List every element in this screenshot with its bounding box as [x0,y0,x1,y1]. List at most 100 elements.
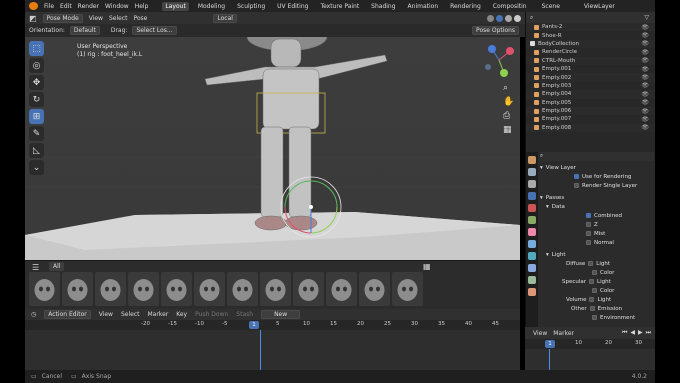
menu-render[interactable]: Render [78,3,99,10]
properties-search[interactable]: ⌕ [540,152,654,161]
mode-dropdown[interactable]: Pose Mode [42,13,83,23]
editor-mode-dropdown[interactable]: Action Editor [44,310,91,319]
visibility-eye-icon[interactable]: 👁 [641,66,649,73]
tab-uv-editing[interactable]: UV Editing [274,2,311,11]
viewport-menu-view[interactable]: View [89,15,103,22]
world-tab-icon[interactable] [528,216,536,224]
editor-type-icon[interactable]: ◩ [29,14,37,23]
mini-timeline-body[interactable] [525,349,655,370]
bone-tab-icon[interactable] [528,288,536,296]
timeline-menu-view[interactable]: View [99,311,113,318]
use-for-rendering-checkbox[interactable] [574,174,579,179]
passes-section[interactable]: ▾ Passes [540,193,654,202]
tab-modeling[interactable]: Modeling [195,2,228,11]
editor-type-icon[interactable]: ◷ [31,311,36,318]
asset-thumbnail[interactable] [29,272,60,306]
tab-rendering[interactable]: Rendering [447,2,484,11]
outliner-row[interactable]: Empty.006 👁 [526,106,655,116]
use-for-rendering-row[interactable]: Use for Rendering [540,172,654,181]
transform-orientation-dropdown[interactable]: Local [213,13,237,23]
orientation-dropdown[interactable]: Default [69,26,100,35]
outliner-row[interactable]: Empty.002 👁 [526,73,655,82]
normal-checkbox[interactable] [586,240,591,245]
select-box-tool-icon[interactable]: ⬚ [29,41,44,56]
asset-thumbnail[interactable] [326,272,357,306]
jump-start-icon[interactable]: ⏮ [622,329,627,337]
tab-shading[interactable]: Shading [368,2,398,11]
asset-tab-all[interactable]: All [49,262,65,271]
scene-tab-icon[interactable] [528,204,536,212]
outliner-row[interactable]: Empty.003 👁 [526,82,655,90]
wireframe-shading-icon[interactable] [487,14,494,22]
outliner-row[interactable]: Empty.008 👁 [526,123,655,133]
material-shading-icon[interactable] [505,14,512,22]
light-subsection[interactable]: ▾ Light [540,250,654,259]
rendered-shading-icon[interactable] [514,14,521,22]
outliner-row[interactable]: BodyCollection 👁 [526,39,655,49]
tab-compositing[interactable]: Compositin [490,2,530,11]
visibility-eye-icon[interactable]: 👁 [641,99,649,106]
asset-thumbnail[interactable] [227,272,258,306]
mini-timeline-playhead[interactable] [549,349,550,370]
visibility-eye-icon[interactable]: 👁 [641,32,649,39]
viewport-menu-pose[interactable]: Pose [133,15,147,22]
normal-row[interactable]: Normal [540,238,654,247]
timeline-menu-key[interactable]: Key [176,311,187,318]
asset-thumbnail[interactable] [62,272,93,306]
outliner-search-icon[interactable]: ⌕ [530,14,533,22]
render-tab-icon[interactable] [528,168,536,176]
environment-checkbox[interactable] [592,315,597,320]
pose-options-dropdown[interactable]: Pose Options [472,26,519,35]
outliner-row[interactable]: RenderCircle 👁 [526,48,655,56]
z-checkbox[interactable] [586,222,591,227]
data-tab-icon[interactable] [528,276,536,284]
environment-row[interactable]: Environment [540,313,654,322]
viewport-menu-select[interactable]: Select [109,15,128,22]
zoom-icon[interactable]: ⌕ [503,83,514,93]
outliner-row[interactable]: Empty.004 👁 [526,90,655,99]
physics-tab-icon[interactable] [528,252,536,260]
outliner-row[interactable]: Shoe-R 👁 [526,31,655,39]
move-tool-icon[interactable]: ✥ [29,75,44,90]
diffuse-color-checkbox[interactable] [592,270,597,275]
mini-timeline-menu-marker[interactable]: Marker [553,330,574,337]
push-down-button[interactable]: Push Down [195,311,228,318]
z-row[interactable]: Z [540,220,654,229]
tool-tab-icon[interactable] [528,156,536,164]
cursor-tool-icon[interactable]: ◎ [29,58,44,73]
jump-end-icon[interactable]: ⏭ [646,329,651,337]
timeline-playhead[interactable] [260,330,261,370]
diffuse-color-row[interactable]: Color [540,268,654,277]
asset-thumbnail[interactable] [260,272,291,306]
asset-thumbnail[interactable] [293,272,324,306]
display-settings-icon[interactable]: ▦ [423,262,431,271]
mist-row[interactable]: Mist [540,229,654,238]
emission-checkbox[interactable] [589,306,595,311]
camera-icon[interactable]: ⎙ [503,111,514,121]
outliner-row[interactable]: Empty.007 👁 [526,115,655,123]
rotate-tool-icon[interactable]: ↻ [29,92,44,107]
mist-checkbox[interactable] [586,231,591,236]
render-single-layer-checkbox[interactable] [574,183,579,188]
drag-dropdown[interactable]: Select Los... [132,26,177,35]
measure-tool-icon[interactable]: ◺ [29,143,44,158]
hamburger-menu-icon[interactable]: ☰ [32,263,39,272]
asset-thumbnail[interactable] [392,272,423,306]
object-tab-icon[interactable] [528,228,536,236]
visibility-eye-icon[interactable]: 👁 [641,82,649,89]
grid-toggle-icon[interactable]: ▦ [503,125,514,135]
data-subsection[interactable]: ▾ Data [540,202,654,211]
mini-timeline-ruler[interactable]: 1 10 20 30 [525,339,655,349]
solid-shading-icon[interactable] [496,14,503,22]
combined-checkbox[interactable] [586,213,591,218]
menu-help[interactable]: Help [135,3,149,10]
outliner-row[interactable]: Pants-2 👁 [526,23,655,32]
asset-thumbnail[interactable] [359,272,390,306]
stash-button[interactable]: Stash [236,311,253,318]
specular-color-row[interactable]: Color [540,286,654,295]
visibility-eye-icon[interactable]: 👁 [641,91,649,98]
view-layer-selector[interactable]: ViewLayer [584,3,615,10]
visibility-eye-icon[interactable]: 👁 [641,124,649,131]
combined-row[interactable]: Combined [540,211,654,220]
annotate-tool-icon[interactable]: ✎ [29,126,44,141]
